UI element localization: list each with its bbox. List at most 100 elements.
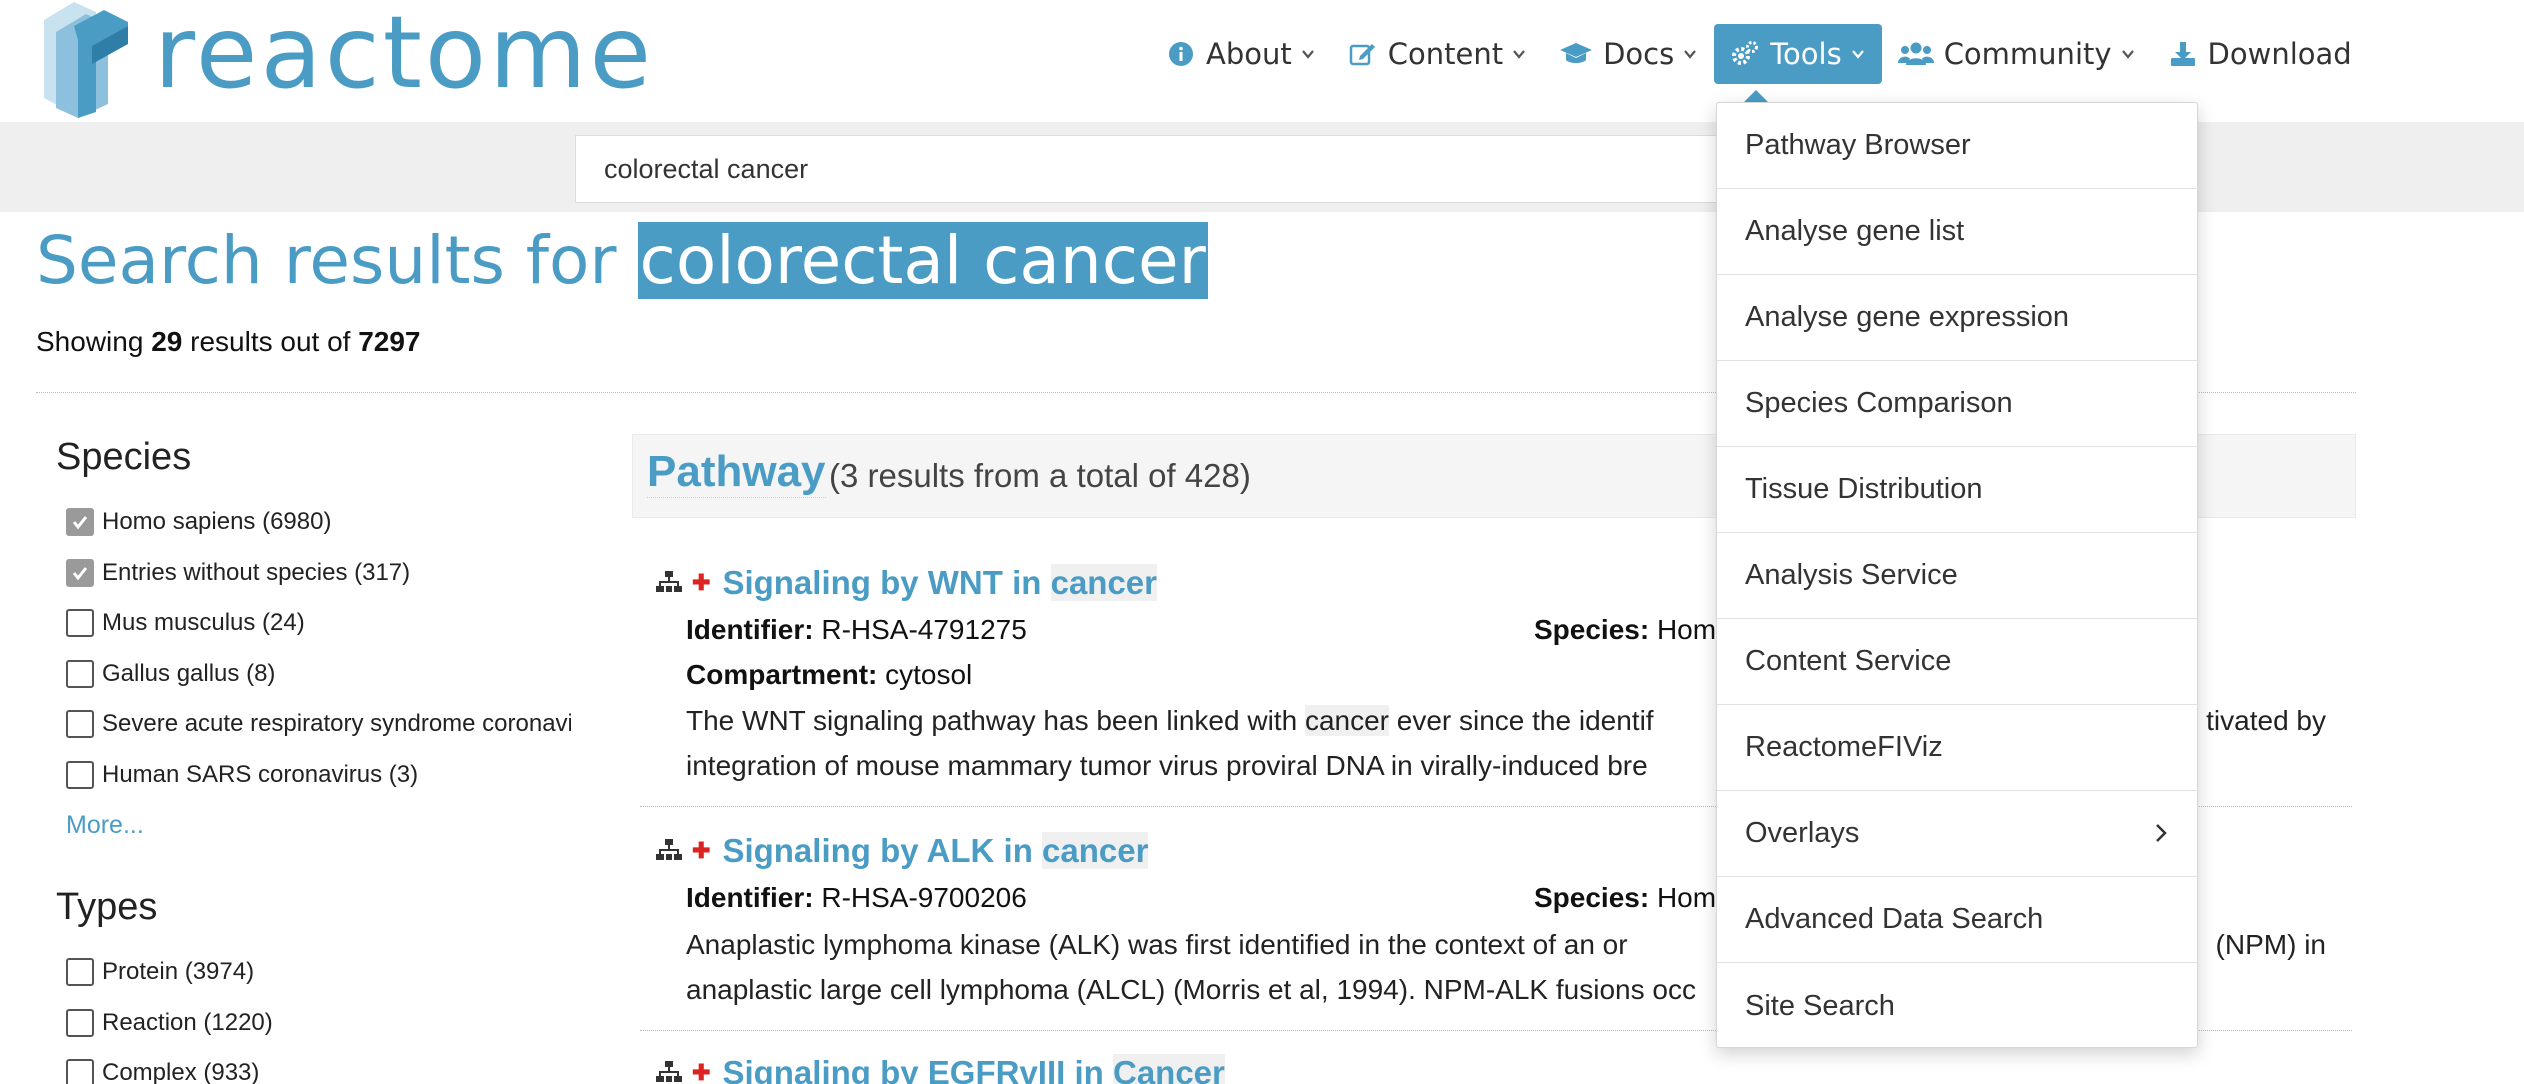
facet-label: Protein (3974) (102, 958, 255, 986)
chevron-right-icon (2156, 824, 2167, 842)
menu-item-reactomefiviz[interactable]: ReactomeFIViz (1717, 705, 2199, 791)
menu-item-analyse-gene-list[interactable]: Analyse gene list (1717, 189, 2199, 275)
gears-icon (1732, 41, 1759, 65)
facet-label: Reaction (1220) (102, 1008, 273, 1036)
pathway-hierarchy-icon (656, 1061, 682, 1082)
group-title[interactable]: Pathway (647, 447, 826, 498)
disease-plus-icon: ✚ (692, 838, 711, 863)
disease-plus-icon: ✚ (692, 570, 711, 595)
facet-label: Complex (933) (102, 1059, 260, 1084)
identifier: Identifier: R-HSA-9700206 (686, 882, 1027, 913)
result-title[interactable]: ✚ Signaling by EGFRvIII in Cancer (656, 1048, 2356, 1084)
facet-type-item[interactable]: Reaction (1220) (66, 998, 571, 1049)
tools-dropdown-menu: Pathway Browser Analyse gene list Analys… (1716, 102, 2199, 1049)
nav-content[interactable]: Content (1332, 24, 1543, 84)
summary-total: 7297 (358, 326, 421, 357)
identifier: Identifier: R-HSA-4791275 (686, 614, 1027, 645)
nav-download-label: Download (2207, 37, 2352, 71)
species-facet-title: Species (56, 436, 192, 478)
menu-item-overlays[interactable]: Overlays (1717, 791, 2199, 877)
title-prefix: Search results for (36, 222, 617, 299)
nav-download[interactable]: Download (2152, 24, 2368, 84)
facet-species-item[interactable]: Human SARS coronavirus (3) (66, 750, 571, 801)
search-input[interactable]: colorectal cancer (575, 135, 1775, 203)
checkbox[interactable] (66, 1059, 94, 1084)
species-facet-list: Homo sapiens (6980) Entries without spec… (66, 497, 571, 850)
checkbox[interactable] (66, 710, 94, 739)
checkbox-checked[interactable] (66, 508, 94, 537)
checkbox[interactable] (66, 609, 94, 638)
brand-name: reactome (154, 0, 655, 111)
menu-item-tissue-distribution[interactable]: Tissue Distribution (1717, 447, 2199, 533)
types-facet-list: Protein (3974) Reaction (1220) Complex (… (66, 947, 571, 1084)
nav-docs[interactable]: Docs (1543, 24, 1714, 84)
species: Species: Hom (1534, 882, 1717, 913)
result-title-text[interactable]: Signaling by ALK in cancer (722, 832, 1149, 870)
compartment: Compartment: cytosol (686, 659, 973, 690)
checkbox[interactable] (66, 958, 94, 987)
menu-item-analyse-gene-expression[interactable]: Analyse gene expression (1717, 275, 2199, 361)
checkbox[interactable] (66, 1008, 94, 1037)
nav-tools[interactable]: Tools (1714, 24, 1882, 84)
facet-label: Severe acute respiratory syndrome corona… (102, 710, 571, 738)
facet-label: Mus musculus (24) (102, 609, 305, 637)
species: Species: Hom (1534, 614, 1717, 645)
group-subtitle: (3 results from a total of 428) (829, 457, 1251, 494)
menu-item-species-comparison[interactable]: Species Comparison (1717, 361, 2199, 447)
facet-type-item[interactable]: Complex (933) (66, 1048, 571, 1084)
chevron-down-icon (1301, 50, 1314, 59)
info-icon (1169, 42, 1193, 66)
reactome-logo[interactable]: reactome (34, 0, 651, 118)
nav-community[interactable]: Community (1882, 24, 2152, 84)
page-title: Search results for colorectal cancer (36, 216, 1208, 306)
chevron-down-icon (1851, 50, 1864, 59)
menu-item-content-service[interactable]: Content Service (1717, 619, 2199, 705)
facet-species-item[interactable]: Homo sapiens (6980) (66, 497, 571, 548)
graduation-cap-icon (1560, 43, 1593, 63)
download-icon (2170, 42, 2195, 66)
menu-item-advanced-data-search[interactable]: Advanced Data Search (1717, 877, 2199, 963)
menu-item-pathway-browser[interactable]: Pathway Browser (1717, 103, 2199, 189)
types-facet-title: Types (56, 886, 158, 928)
nav-about[interactable]: About (1150, 24, 1332, 84)
pathway-hierarchy-icon (656, 571, 682, 592)
facet-species-item[interactable]: Severe acute respiratory syndrome corona… (66, 699, 571, 750)
results-summary: Showing 29 results out of 7297 (36, 326, 421, 358)
nav-content-label: Content (1387, 37, 1504, 71)
result-title-text[interactable]: Signaling by WNT in cancer (722, 564, 1158, 602)
summary-middle: results out of (190, 326, 351, 357)
main-nav: About Content Docs Tools Community Downl… (1150, 24, 2368, 84)
menu-item-analysis-service[interactable]: Analysis Service (1717, 533, 2199, 619)
facet-type-item[interactable]: Protein (3974) (66, 947, 571, 998)
facet-species-item[interactable]: Mus musculus (24) (66, 598, 571, 649)
result-title-text[interactable]: Signaling by EGFRvIII in Cancer (722, 1054, 1225, 1084)
menu-item-site-search[interactable]: Site Search (1717, 963, 2199, 1049)
edit-icon (1349, 44, 1375, 66)
facet-label: Human SARS coronavirus (3) (102, 760, 419, 788)
nav-docs-label: Docs (1603, 37, 1675, 71)
summary-prefix: Showing (36, 326, 144, 357)
facet-species-item[interactable]: Gallus gallus (8) (66, 649, 571, 700)
nav-about-label: About (1206, 37, 1292, 71)
facet-species-item[interactable]: Entries without species (317) (66, 548, 571, 599)
chevron-down-icon (1513, 50, 1525, 59)
menu-item-overlays-label: Overlays (1745, 817, 1860, 849)
pathway-hierarchy-icon (656, 839, 682, 860)
users-icon (1897, 42, 1934, 65)
checkbox-checked[interactable] (66, 558, 94, 587)
chevron-down-icon (1684, 50, 1697, 59)
facet-label: Gallus gallus (8) (102, 659, 276, 687)
nav-community-label: Community (1943, 37, 2112, 71)
species-more-link[interactable]: More... (66, 800, 571, 850)
nav-tools-label: Tools (1770, 37, 1842, 71)
facet-label: Entries without species (317) (102, 558, 411, 586)
facet-label: Homo sapiens (6980) (102, 508, 332, 536)
dropdown-caret (1744, 90, 1768, 102)
logo-cubes-icon (44, 2, 128, 118)
title-query: colorectal cancer (637, 222, 1208, 299)
checkbox[interactable] (66, 760, 94, 789)
summary-count: 29 (151, 326, 183, 357)
checkbox[interactable] (66, 659, 94, 688)
result-entry: ✚ Signaling by EGFRvIII in Cancer (656, 1048, 2356, 1084)
disease-plus-icon: ✚ (692, 1060, 711, 1084)
